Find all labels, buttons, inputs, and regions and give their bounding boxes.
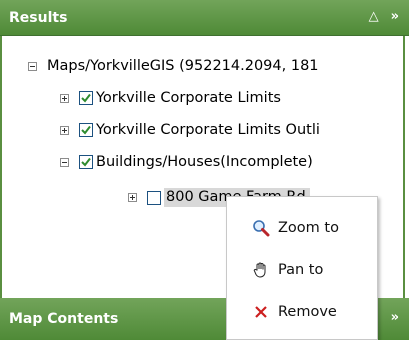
expand-node-icon[interactable]	[60, 93, 69, 103]
tree-item-corporate-limits[interactable]: Yorkville Corporate Limits	[60, 90, 281, 106]
results-title: Results	[9, 9, 68, 26]
menu-item-remove[interactable]: Remove	[227, 289, 377, 335]
collapse-node-icon[interactable]	[28, 61, 37, 71]
menu-item-zoom-to[interactable]: Zoom to	[227, 205, 377, 251]
hand-icon	[252, 261, 270, 279]
checkmark-icon	[81, 157, 91, 167]
expand-node-icon[interactable]	[60, 125, 69, 135]
collapse-node-icon[interactable]	[60, 157, 69, 167]
x-icon	[252, 303, 270, 321]
tree-root-label: Maps/YorkvilleGIS (952214.2094, 181	[47, 58, 319, 74]
checkmark-icon	[81, 125, 91, 135]
tree-item-label: Buildings/Houses(Incomplete)	[96, 154, 313, 170]
tree-item-buildings[interactable]: Buildings/Houses(Incomplete)	[60, 154, 313, 170]
menu-item-label: Remove	[278, 304, 337, 320]
expand-right-icon[interactable]: »	[391, 310, 399, 325]
expand-node-icon[interactable]	[128, 193, 137, 202]
expand-right-icon[interactable]: »	[391, 9, 399, 24]
layer-checkbox[interactable]	[79, 155, 93, 169]
menu-item-label: Zoom to	[278, 220, 339, 236]
tree-item-label: Yorkville Corporate Limits Outli	[96, 122, 320, 138]
context-menu: Zoom to Pan to Remove	[226, 196, 378, 340]
tree-root[interactable]: Maps/YorkvilleGIS (952214.2094, 181	[28, 58, 319, 74]
collapse-icon[interactable]: △	[369, 9, 379, 24]
magnifier-icon	[252, 219, 270, 237]
checkmark-icon	[81, 93, 91, 103]
layer-checkbox[interactable]	[79, 91, 93, 105]
tree-item-corporate-limits-outline[interactable]: Yorkville Corporate Limits Outli	[60, 122, 320, 138]
map-contents-title: Map Contents	[9, 311, 119, 327]
results-panel-header: Results △ »	[0, 0, 409, 36]
tree-item-label: Yorkville Corporate Limits	[96, 90, 281, 106]
feature-checkbox[interactable]	[147, 190, 161, 205]
menu-item-pan-to[interactable]: Pan to	[227, 247, 377, 293]
layer-checkbox[interactable]	[79, 123, 93, 137]
menu-item-label: Pan to	[278, 262, 324, 278]
